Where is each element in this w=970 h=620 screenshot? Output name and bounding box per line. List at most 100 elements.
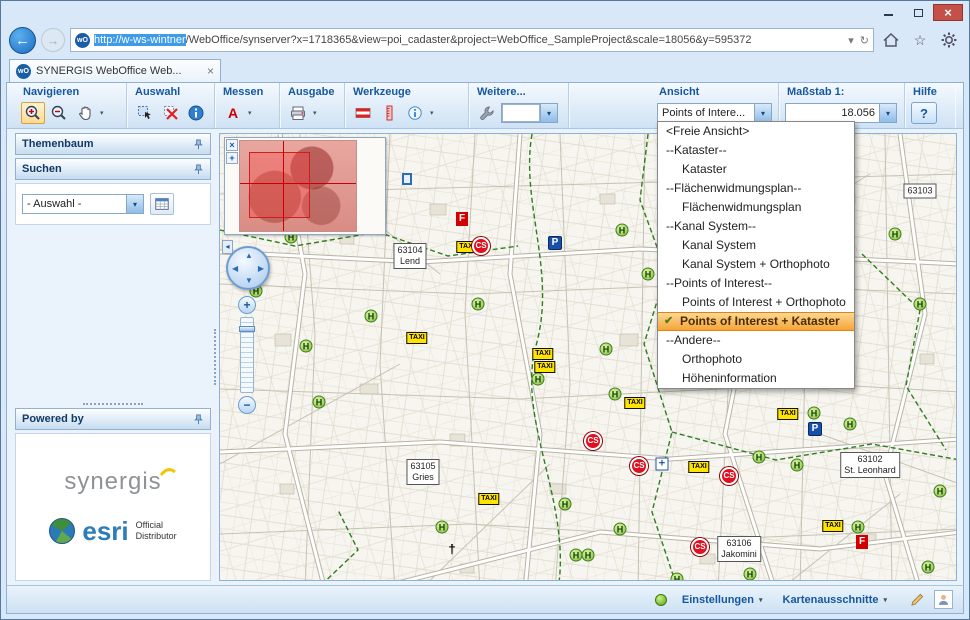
help-button[interactable]: ? xyxy=(911,102,937,124)
view-option[interactable]: --Points of Interest-- xyxy=(658,274,854,293)
address-bar[interactable]: wO http://w-ws-wintner/WebOffice/synserv… xyxy=(70,28,874,52)
p-marker[interactable]: P xyxy=(548,236,562,250)
taxi-marker[interactable]: TAXI xyxy=(777,408,798,420)
cs-marker[interactable]: CS xyxy=(472,237,490,255)
refresh-icon[interactable]: ↻ xyxy=(860,34,869,47)
f-marker[interactable]: F xyxy=(456,212,468,226)
h-marker[interactable]: H xyxy=(600,343,613,356)
taxi-marker[interactable]: TAXI xyxy=(406,332,427,344)
taxi-marker[interactable]: TAXI xyxy=(688,461,709,473)
chevron-down-icon[interactable]: ▾ xyxy=(313,109,317,117)
clear-selection-button[interactable] xyxy=(159,102,183,124)
h-marker[interactable]: H xyxy=(844,418,857,431)
view-select[interactable]: Points of Intere... ▾ xyxy=(657,103,772,123)
info-tool-button[interactable] xyxy=(403,102,427,124)
back-button[interactable]: ← xyxy=(9,27,36,54)
select-button[interactable] xyxy=(133,102,157,124)
pan-down-icon[interactable]: ▼ xyxy=(245,276,253,285)
plus-marker[interactable]: + xyxy=(656,458,669,471)
pan-right-icon[interactable]: ▶ xyxy=(258,264,264,273)
view-option[interactable]: --Kataster-- xyxy=(658,141,854,160)
tab-close-icon[interactable]: × xyxy=(207,64,214,78)
chevron-down-icon[interactable]: ▾ xyxy=(248,109,252,117)
chevron-down-icon[interactable]: ▾ xyxy=(100,109,104,117)
h-marker[interactable]: H xyxy=(642,268,655,281)
view-option[interactable]: --Andere-- xyxy=(658,331,854,350)
cross-marker[interactable]: † xyxy=(448,542,455,557)
chevron-down-icon[interactable]: ▾ xyxy=(430,109,434,117)
minimize-button[interactable] xyxy=(873,4,903,21)
view-option[interactable]: Flächenwidmungsplan xyxy=(658,198,854,217)
settings-menu[interactable]: Einstellungen ▾ xyxy=(682,594,763,606)
url-text[interactable]: http://w-ws-wintner/WebOffice/synserver?… xyxy=(94,34,844,46)
overview-image[interactable] xyxy=(239,140,357,232)
identify-button[interactable] xyxy=(184,102,208,124)
view-option[interactable]: Orthophoto xyxy=(658,350,854,369)
close-button[interactable]: × xyxy=(933,4,963,21)
sidebar-splitter[interactable] xyxy=(211,133,219,581)
sq-marker[interactable] xyxy=(402,173,412,185)
measure-ruler-button[interactable] xyxy=(377,102,401,124)
zoom-out-button[interactable] xyxy=(47,102,71,124)
h-marker[interactable]: H xyxy=(808,407,821,420)
themenbaum-panel-header[interactable]: Themenbaum xyxy=(15,133,211,155)
overview-map[interactable]: × + xyxy=(224,137,386,235)
pin-icon[interactable] xyxy=(193,414,204,425)
h-marker[interactable]: H xyxy=(671,573,684,582)
cs-marker[interactable]: CS xyxy=(584,432,602,450)
print-button[interactable] xyxy=(286,102,310,124)
zoom-slider-handle[interactable] xyxy=(239,326,255,332)
home-button[interactable] xyxy=(879,28,903,52)
pan-pad[interactable]: ▲ ▼ ◀ ▶ xyxy=(226,246,270,290)
cs-marker[interactable]: CS xyxy=(720,467,738,485)
tab-weboffice[interactable]: wO SYNERGIS WebOffice Web... × xyxy=(9,59,221,82)
measure-button[interactable]: A xyxy=(221,102,245,124)
user-avatar[interactable] xyxy=(934,590,953,609)
h-marker[interactable]: H xyxy=(614,523,627,536)
view-option[interactable]: Kanal System xyxy=(658,236,854,255)
view-option[interactable]: --Flächenwidmungsplan-- xyxy=(658,179,854,198)
view-option[interactable]: Höheninformation xyxy=(658,369,854,388)
zoom-out-control[interactable]: − xyxy=(238,396,256,414)
view-option[interactable]: Kataster xyxy=(658,160,854,179)
h-marker[interactable]: H xyxy=(934,485,947,498)
autocomplete-dropdown-icon[interactable]: ▾ xyxy=(848,34,854,47)
redlining-button[interactable] xyxy=(351,102,375,124)
more-tools-select[interactable]: ▾ xyxy=(501,103,558,123)
h-marker[interactable]: H xyxy=(922,561,935,574)
pencil-icon[interactable] xyxy=(909,591,926,608)
overview-close-icon[interactable]: × xyxy=(226,139,238,151)
maximize-button[interactable] xyxy=(903,4,933,21)
h-marker[interactable]: H xyxy=(313,396,326,409)
h-marker[interactable]: H xyxy=(753,451,766,464)
taxi-marker[interactable]: TAXI xyxy=(534,361,555,373)
zoom-in-button[interactable] xyxy=(21,102,45,124)
h-marker[interactable]: H xyxy=(852,521,865,534)
h-marker[interactable]: H xyxy=(300,340,313,353)
more-tools-button[interactable] xyxy=(475,102,499,124)
h-marker[interactable]: H xyxy=(791,459,804,472)
h-marker[interactable]: H xyxy=(744,568,757,581)
map-extents-menu[interactable]: Kartenausschnitte ▾ xyxy=(783,594,888,606)
window-titlebar[interactable]: × xyxy=(1,1,969,23)
cs-marker[interactable]: CS xyxy=(691,538,709,556)
sidebar-horizontal-splitter[interactable] xyxy=(15,400,211,408)
taxi-marker[interactable]: TAXI xyxy=(478,493,499,505)
overview-extent-rect[interactable] xyxy=(249,152,309,219)
h-marker[interactable]: H xyxy=(365,310,378,323)
h-marker[interactable]: H xyxy=(472,298,485,311)
taxi-marker[interactable]: TAXI xyxy=(822,520,843,532)
chevron-down-icon[interactable]: ▾ xyxy=(754,104,771,122)
chevron-down-icon[interactable]: ▾ xyxy=(540,104,557,122)
h-marker[interactable]: H xyxy=(532,373,545,386)
view-option[interactable]: Points of Interest + Orthophoto xyxy=(658,293,854,312)
scale-input[interactable]: 18.056 ▾ xyxy=(785,103,897,123)
search-report-button[interactable] xyxy=(150,193,174,215)
view-option-selected[interactable]: ✔Points of Interest + Kataster xyxy=(658,312,854,331)
powered-by-panel-header[interactable]: Powered by xyxy=(15,408,211,430)
chevron-down-icon[interactable]: ▾ xyxy=(879,104,896,122)
favorites-button[interactable]: ☆ xyxy=(908,28,932,52)
view-option[interactable]: Kanal System + Orthophoto xyxy=(658,255,854,274)
suchen-panel-header[interactable]: Suchen xyxy=(15,158,211,180)
f-marker[interactable]: F xyxy=(856,535,868,549)
